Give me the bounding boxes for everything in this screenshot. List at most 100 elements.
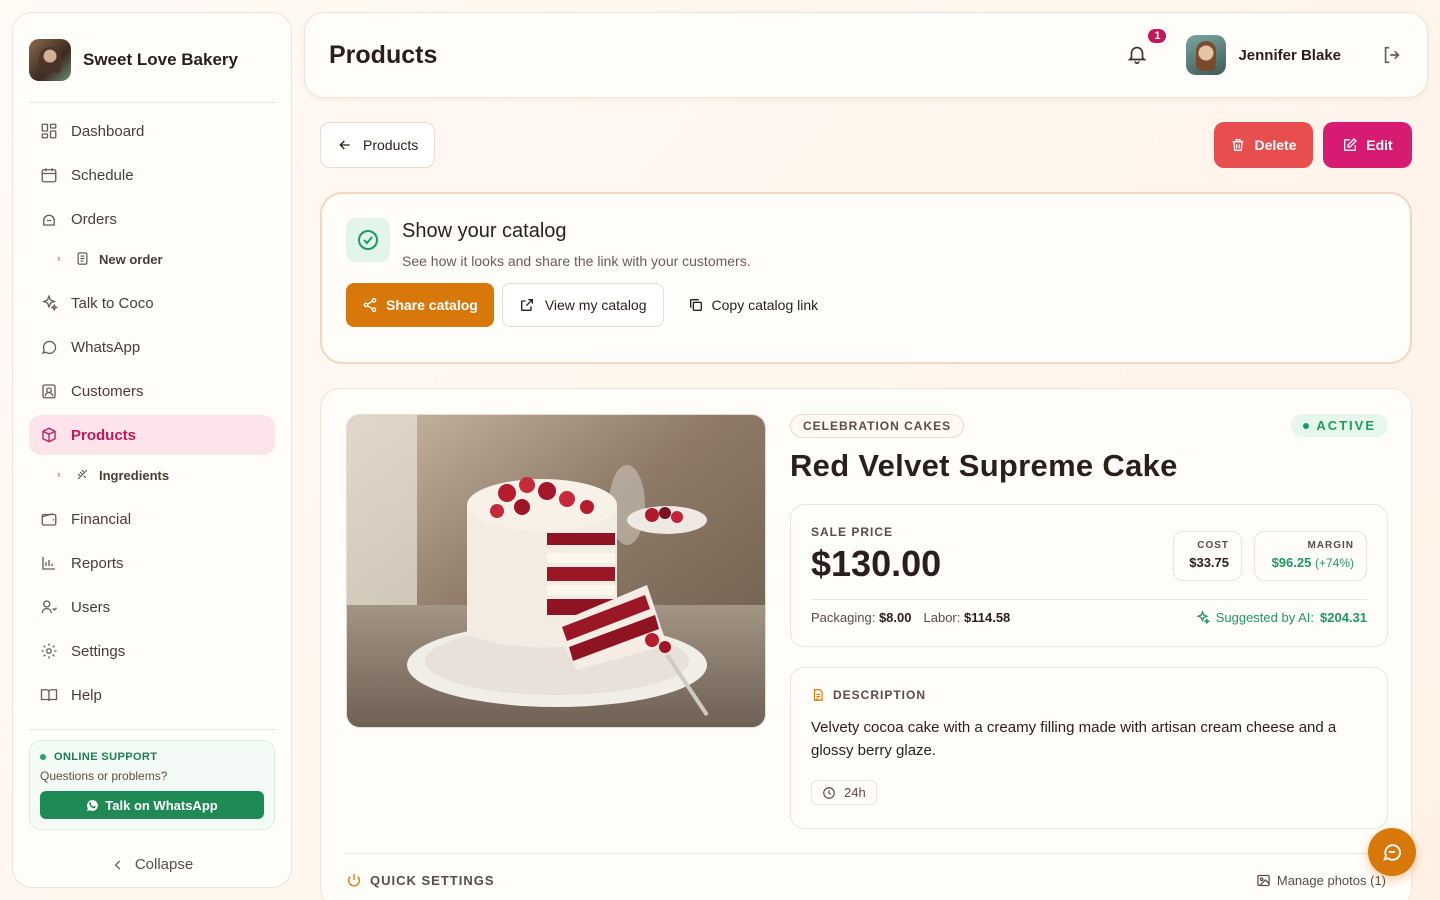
back-button-label: Products (363, 137, 419, 153)
bar-chart-icon (39, 553, 59, 573)
delete-button[interactable]: Delete (1214, 122, 1313, 168)
sidebar-subitem-label: Ingredients (99, 467, 170, 483)
sidebar-item-orders[interactable]: Orders (29, 199, 275, 239)
price-box: SALE PRICE $130.00 COST $33.75 MARGIN $9… (790, 504, 1388, 647)
sidebar-item-schedule[interactable]: Schedule (29, 155, 275, 195)
customers-icon (39, 381, 59, 401)
sparkles-icon (1195, 610, 1210, 625)
support-title: ONLINE SUPPORT (40, 751, 264, 763)
brand-name: Sweet Love Bakery (83, 49, 238, 69)
catalog-actions: Share catalog View my catalog Copy catal… (346, 283, 1386, 327)
users-icon (39, 597, 59, 617)
product-photo[interactable] (346, 414, 766, 728)
sidebar-item-label: Financial (71, 510, 132, 528)
logout-icon[interactable] (1381, 44, 1403, 66)
margin-percent: (+74%) (1314, 556, 1354, 570)
sidebar-item-label: Orders (71, 210, 117, 228)
notification-badge: 1 (1148, 29, 1167, 43)
cost-label: COST (1197, 540, 1229, 551)
ai-price: $204.31 (1320, 610, 1367, 625)
box-icon (39, 425, 59, 445)
sparkles-icon (39, 293, 59, 313)
power-icon (346, 872, 362, 888)
catalog-text: Show your catalog See how it looks and s… (402, 218, 751, 269)
ai-suggestion[interactable]: Suggested by AI: $204.31 (1195, 610, 1367, 625)
chat-bubble-icon (1381, 841, 1403, 863)
sidebar-item-talk-to-coco[interactable]: Talk to Coco (29, 283, 275, 323)
price-breakdown: Packaging: $8.00 Labor: $114.58 Suggeste… (811, 599, 1367, 625)
packaging-label: Packaging: (811, 610, 876, 625)
user-name[interactable]: Jennifer Blake (1238, 47, 1341, 64)
page-title: Products (329, 40, 438, 69)
document-icon (811, 688, 825, 702)
quick-settings: QUICK SETTINGS (346, 872, 495, 888)
collapse-button[interactable]: Collapse (29, 856, 275, 873)
copy-catalog-link-button[interactable]: Copy catalog link (672, 283, 835, 327)
external-link-icon (519, 297, 535, 313)
sidebar-item-label: Reports (71, 554, 124, 572)
whatsapp-icon (86, 799, 99, 812)
view-catalog-button[interactable]: View my catalog (501, 283, 664, 327)
support-box: ONLINE SUPPORT Questions or problems? Ta… (29, 740, 275, 830)
back-to-products-button[interactable]: Products (320, 122, 436, 168)
sidebar-item-label: Help (71, 686, 102, 704)
chevron-right-icon: › (57, 469, 61, 481)
chat-support-button[interactable] (1368, 828, 1416, 876)
catalog-header: Show your catalog See how it looks and s… (346, 218, 1386, 269)
edit-button[interactable]: Edit (1323, 122, 1412, 168)
brand-logo (29, 38, 71, 81)
cost-box: COST $33.75 (1173, 531, 1242, 581)
sidebar-item-dashboard[interactable]: Dashboard (29, 111, 275, 151)
sidebar-item-help[interactable]: Help (29, 675, 275, 715)
sidebar-item-whatsapp[interactable]: WhatsApp (29, 327, 275, 367)
sidebar-subitem-label: New order (99, 251, 163, 267)
document-icon (75, 251, 91, 267)
manage-photos-button[interactable]: Manage photos (1) (1256, 873, 1386, 888)
support-section: ONLINE SUPPORT Questions or problems? Ta… (29, 729, 275, 873)
sidebar-item-reports[interactable]: Reports (29, 543, 275, 583)
sidebar-item-products[interactable]: Products (29, 415, 275, 455)
product-info: CELEBRATION CAKES ACTIVE Red Velvet Supr… (790, 414, 1388, 829)
sidebar-item-label: WhatsApp (71, 338, 141, 356)
share-catalog-label: Share catalog (386, 297, 478, 313)
copy-catalog-label: Copy catalog link (711, 297, 819, 313)
chevron-left-icon (111, 858, 125, 872)
cost-value: $33.75 (1189, 555, 1229, 570)
sidebar-item-customers[interactable]: Customers (29, 371, 275, 411)
status-badge: ACTIVE (1291, 414, 1388, 437)
sidebar-subitem-new-order[interactable]: › New order (29, 243, 275, 275)
quick-settings-label: QUICK SETTINGS (370, 872, 495, 888)
chat-icon (39, 337, 59, 357)
wallet-icon (39, 509, 59, 529)
gear-icon (39, 641, 59, 661)
edit-icon (1342, 137, 1358, 153)
book-icon (39, 685, 59, 705)
sidebar-nav: Dashboard Schedule Orders › New order Ta… (29, 111, 275, 715)
dashboard-icon (39, 121, 59, 141)
copy-icon (688, 297, 704, 313)
check-circle-icon (346, 218, 390, 262)
share-catalog-button[interactable]: Share catalog (346, 283, 494, 327)
support-title-text: ONLINE SUPPORT (54, 751, 158, 763)
ai-label: Suggested by AI: (1215, 610, 1314, 625)
margin-amount: $96.25 (1271, 555, 1312, 570)
avatar[interactable] (1186, 35, 1227, 75)
delete-label: Delete (1254, 137, 1297, 153)
notifications-button[interactable]: 1 (1126, 29, 1167, 67)
sidebar-item-financial[interactable]: Financial (29, 499, 275, 539)
prep-time: 24h (844, 785, 866, 800)
support-subtitle: Questions or problems? (40, 769, 168, 783)
sidebar-item-users[interactable]: Users (29, 587, 275, 627)
brand[interactable]: Sweet Love Bakery (29, 29, 275, 103)
catalog-subtitle: See how it looks and share the link with… (402, 253, 751, 269)
status-text: ACTIVE (1316, 418, 1376, 433)
edit-label: Edit (1366, 137, 1393, 153)
sidebar-item-settings[interactable]: Settings (29, 631, 275, 671)
online-dot (40, 754, 46, 760)
prep-time-badge: 24h (811, 780, 877, 805)
sidebar-subitem-ingredients[interactable]: › Ingredients (29, 459, 275, 491)
category-badge: CELEBRATION CAKES (790, 414, 965, 438)
calendar-icon (39, 165, 59, 185)
top-bar: Products 1 Jennifer Blake (304, 12, 1428, 98)
talk-on-whatsapp-button[interactable]: Talk on WhatsApp (40, 791, 264, 819)
